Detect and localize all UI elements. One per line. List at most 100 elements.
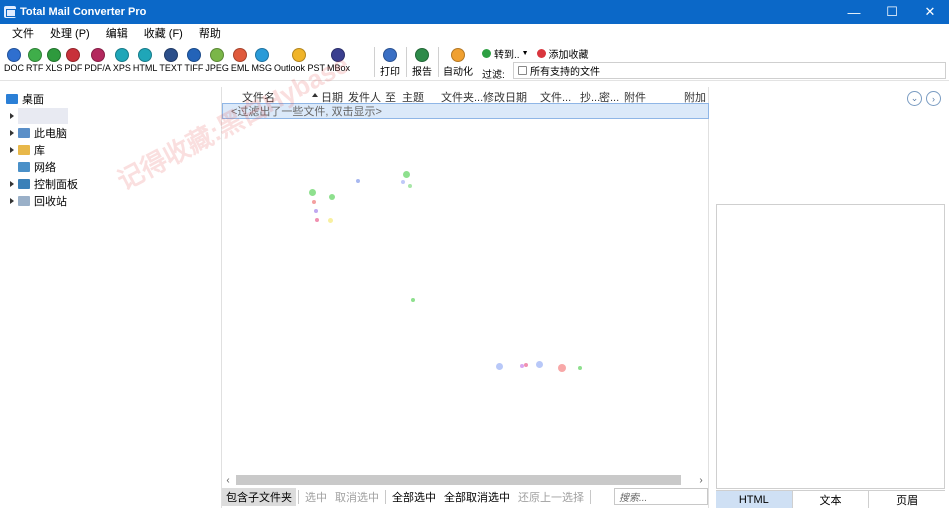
tree-item-library[interactable]: 库 bbox=[10, 142, 45, 158]
scrollbar-thumb[interactable] bbox=[236, 475, 681, 485]
mbox-icon bbox=[331, 48, 346, 62]
tree-item-label: 此电脑 bbox=[34, 128, 67, 140]
menu-favorites[interactable]: 收藏 (F) bbox=[136, 25, 191, 41]
deselect-all-button[interactable]: 全部取消选中 bbox=[440, 488, 514, 506]
outlook-pst-button[interactable]: Outlook PST bbox=[274, 46, 325, 73]
decorative-dot bbox=[524, 363, 528, 367]
pdf-a-button[interactable]: PDF/A bbox=[84, 46, 111, 73]
window-controls: — ☐ ✕ bbox=[835, 0, 949, 24]
decorative-dot bbox=[309, 189, 316, 196]
tab-html[interactable]: HTML bbox=[716, 491, 793, 508]
tree-item-label: 回收站 bbox=[34, 196, 67, 208]
pdfa-icon bbox=[90, 48, 105, 62]
app-icon bbox=[4, 6, 16, 18]
mbox-button[interactable]: MBox bbox=[327, 46, 350, 73]
hidden-files-row[interactable]: <过滤出了一些文件, 双击显示> bbox=[222, 103, 709, 119]
scroll-left-icon[interactable]: ‹ bbox=[222, 475, 234, 486]
minimize-button[interactable]: — bbox=[835, 0, 873, 24]
expand-arrow-icon[interactable] bbox=[10, 113, 14, 119]
selection-bar: 包含子文件夹 选中 取消选中 全部选中 全部取消选中 还原上一选择 搜索... bbox=[222, 487, 709, 507]
menu-file[interactable]: 文件 bbox=[4, 25, 42, 41]
tree-item-desktop[interactable]: 桌面 bbox=[6, 91, 44, 107]
decorative-dot bbox=[329, 194, 335, 200]
format-label: PDF bbox=[64, 63, 83, 73]
automate-button[interactable]: 自动化 bbox=[443, 46, 473, 78]
expand-arrow-icon[interactable] bbox=[10, 147, 14, 153]
chevron-down-icon[interactable]: ⌄ bbox=[907, 91, 922, 106]
decorative-dot bbox=[411, 298, 415, 302]
msg-button[interactable]: MSG bbox=[251, 46, 272, 73]
filter-select[interactable]: 所有支持的文件 bbox=[513, 62, 946, 79]
automate-icon bbox=[451, 48, 465, 62]
toolbar-separator bbox=[374, 47, 375, 77]
user-folder-icon bbox=[18, 108, 68, 124]
toolbar-separator bbox=[406, 47, 407, 77]
xls-icon bbox=[46, 48, 61, 62]
pst-icon bbox=[292, 48, 307, 62]
pdf-button[interactable]: PDF bbox=[64, 46, 82, 73]
tree-item-this-pc[interactable]: 此电脑 bbox=[10, 125, 67, 141]
goto-label: 转到.. bbox=[494, 49, 520, 61]
expand-arrow-icon[interactable] bbox=[10, 198, 14, 204]
menu-edit[interactable]: 编辑 bbox=[98, 25, 136, 41]
automate-label: 自动化 bbox=[443, 67, 473, 78]
rtf-button[interactable]: RTF bbox=[26, 46, 43, 73]
preview-pane bbox=[716, 204, 945, 489]
format-label: MSG bbox=[251, 63, 272, 73]
tree-item-network[interactable]: 网络 bbox=[18, 159, 56, 175]
decorative-dot bbox=[558, 364, 566, 372]
deselect-button[interactable]: 取消选中 bbox=[331, 488, 383, 506]
decorative-dot bbox=[496, 363, 503, 370]
tiff-button[interactable]: TIFF bbox=[184, 46, 203, 73]
chevron-right-icon[interactable]: › bbox=[926, 91, 941, 106]
jpeg-button[interactable]: JPEG bbox=[205, 46, 229, 73]
eml-icon bbox=[233, 48, 248, 62]
xls-button[interactable]: XLS bbox=[45, 46, 62, 73]
format-label: PDF/A bbox=[84, 63, 111, 73]
doc-button[interactable]: DOC bbox=[4, 46, 24, 73]
xps-button[interactable]: XPS bbox=[113, 46, 131, 73]
tab-header[interactable]: 页眉 bbox=[869, 491, 945, 508]
decorative-dot bbox=[403, 171, 410, 178]
network-icon bbox=[18, 162, 30, 172]
print-button[interactable]: 打印 bbox=[380, 46, 400, 78]
report-button[interactable]: 报告 bbox=[412, 46, 432, 78]
automate-group: 自动化 bbox=[443, 46, 475, 78]
eml-button[interactable]: EML bbox=[231, 46, 249, 73]
add-favorite-button[interactable]: 添加收藏 bbox=[536, 46, 589, 61]
search-input[interactable]: 搜索... bbox=[614, 488, 708, 505]
heart-icon bbox=[536, 48, 546, 58]
select-button[interactable]: 选中 bbox=[301, 488, 331, 506]
tree-item-control-panel[interactable]: 控制面板 bbox=[10, 176, 78, 192]
scroll-right-icon[interactable]: › bbox=[695, 475, 707, 486]
preview-tabs: HTML 文本 页眉 bbox=[716, 490, 945, 508]
preview-header: ⌄ › bbox=[716, 87, 946, 197]
menu-help[interactable]: 帮助 bbox=[191, 25, 229, 41]
column-header: 文件名 日期 发件人 至 主题 文件夹... 修改日期 文件... 抄... 密… bbox=[222, 87, 709, 104]
html-button[interactable]: HTML bbox=[133, 46, 157, 73]
restore-selection-button[interactable]: 还原上一选择 bbox=[514, 488, 588, 506]
menu-bar: 文件 处理 (P) 编辑 收藏 (F) 帮助 bbox=[0, 24, 949, 42]
maximize-button[interactable]: ☐ bbox=[873, 0, 911, 24]
tree-item-user[interactable] bbox=[10, 108, 68, 124]
chevron-down-icon: ▼ bbox=[521, 49, 529, 57]
goto-button[interactable]: 转到.. ▼ bbox=[482, 46, 529, 61]
format-label: TIFF bbox=[184, 63, 204, 73]
horizontal-scrollbar[interactable]: ‹ › bbox=[222, 473, 709, 487]
include-subfolders-toggle[interactable]: 包含子文件夹 bbox=[222, 488, 296, 506]
report-label: 报告 bbox=[412, 67, 432, 78]
toolbar: DOC RTF XLS PDF PDF/A XPS HTML TEXT TIFF JPEG EML M… bbox=[0, 43, 949, 81]
menu-process[interactable]: 处理 (P) bbox=[42, 25, 98, 41]
doc-icon bbox=[7, 48, 21, 62]
print-group: 打印 bbox=[380, 46, 402, 78]
tab-text[interactable]: 文本 bbox=[793, 491, 870, 508]
close-button[interactable]: ✕ bbox=[911, 0, 949, 24]
folder-tree: 桌面 此电脑 库 网络 控制面板 回收站 bbox=[0, 88, 216, 508]
select-all-button[interactable]: 全部选中 bbox=[388, 488, 440, 506]
expand-arrow-icon[interactable] bbox=[10, 130, 14, 136]
goto-icon bbox=[482, 48, 491, 58]
decorative-dot bbox=[408, 184, 412, 188]
tree-item-recycle-bin[interactable]: 回收站 bbox=[10, 193, 67, 209]
expand-arrow-icon[interactable] bbox=[10, 181, 14, 187]
text-button[interactable]: TEXT bbox=[159, 46, 182, 73]
